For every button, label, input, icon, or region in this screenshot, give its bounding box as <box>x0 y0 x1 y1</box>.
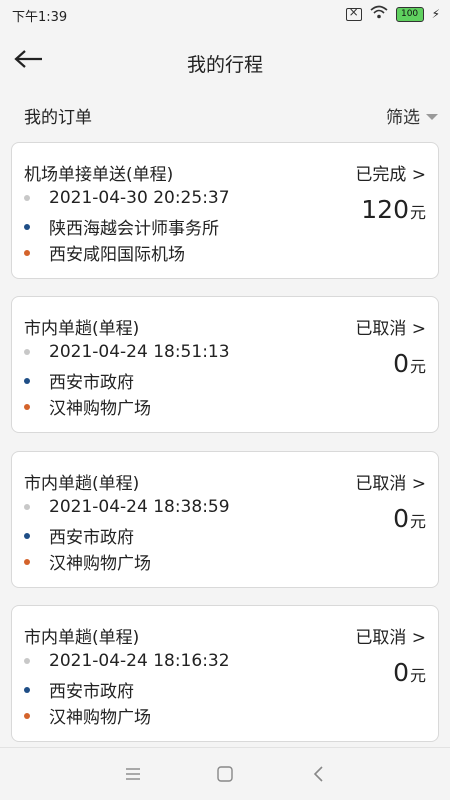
time-dot-icon <box>24 195 30 201</box>
square-icon <box>217 766 233 782</box>
price-amount: 0 <box>393 658 409 687</box>
order-datetime: 2021-04-24 18:38:59 <box>49 497 230 517</box>
order-datetime: 2021-04-24 18:16:32 <box>49 651 230 671</box>
order-card[interactable]: 市内单趟(单程) 已取消 > 2021-04-24 18:16:32 西安市政府… <box>11 605 439 742</box>
order-start-row: 西安市政府 <box>24 523 134 548</box>
time-dot-icon <box>24 349 30 355</box>
order-end: 汉神购物广场 <box>49 554 151 574</box>
order-card[interactable]: 机场单接单送(单程) 已完成 > 2021-04-30 20:25:37 陕西海… <box>11 142 439 279</box>
time-dot-icon <box>24 658 30 664</box>
order-end-row: 西安咸阳国际机场 <box>24 240 185 265</box>
battery-icon: 100 <box>395 6 424 22</box>
system-back-button[interactable] <box>307 762 331 786</box>
order-end-row: 汉神购物广场 <box>24 703 151 728</box>
order-type: 机场单接单送(单程) <box>24 165 174 185</box>
order-type: 市内单趟(单程) <box>24 319 140 339</box>
status-bar: 下午1:39 100 ⚡ <box>0 0 450 28</box>
price-amount: 0 <box>393 349 409 378</box>
price-amount: 120 <box>361 195 409 224</box>
order-start-row: 陕西海越会计师事务所 <box>24 214 219 239</box>
order-start-row: 西安市政府 <box>24 368 134 393</box>
end-dot-icon <box>24 403 30 410</box>
price-amount: 0 <box>393 504 409 533</box>
order-start: 西安市政府 <box>49 682 134 702</box>
app-header: 我的行程 <box>0 28 450 90</box>
price-unit: 元 <box>409 357 426 376</box>
time-dot-icon <box>24 504 30 510</box>
price-unit: 元 <box>409 666 426 685</box>
start-dot-icon <box>24 377 30 384</box>
order-time-row: 2021-04-24 18:38:59 <box>24 497 230 517</box>
chevron-left-icon <box>313 766 323 782</box>
order-price: 0元 <box>393 349 426 378</box>
recent-apps-button[interactable] <box>121 762 145 786</box>
order-end: 汉神购物广场 <box>49 708 151 728</box>
home-button[interactable] <box>213 762 237 786</box>
order-card[interactable]: 市内单趟(单程) 已取消 > 2021-04-24 18:51:13 西安市政府… <box>11 296 439 433</box>
order-end-row: 汉神购物广场 <box>24 549 151 574</box>
order-status[interactable]: 已取消 > <box>355 314 426 339</box>
order-status[interactable]: 已完成 > <box>355 160 426 185</box>
order-status[interactable]: 已取消 > <box>355 469 426 494</box>
filter-button[interactable]: 筛选 <box>386 103 438 128</box>
wifi-icon <box>370 5 388 23</box>
system-nav-bar <box>0 747 450 800</box>
menu-icon <box>126 768 140 780</box>
start-dot-icon <box>24 223 30 230</box>
order-end: 汉神购物广场 <box>49 399 151 419</box>
order-start: 陕西海越会计师事务所 <box>49 219 219 239</box>
order-datetime: 2021-04-30 20:25:37 <box>49 188 230 208</box>
start-dot-icon <box>24 532 30 539</box>
list-header: 我的订单 筛选 <box>0 94 450 134</box>
start-dot-icon <box>24 686 30 693</box>
order-card[interactable]: 市内单趟(单程) 已取消 > 2021-04-24 18:38:59 西安市政府… <box>11 451 439 588</box>
order-type: 市内单趟(单程) <box>24 474 140 494</box>
order-price: 0元 <box>393 658 426 687</box>
order-time-row: 2021-04-30 20:25:37 <box>24 188 230 208</box>
status-icons: 100 ⚡ <box>345 5 440 23</box>
order-price: 0元 <box>393 504 426 533</box>
list-title: 我的订单 <box>24 108 92 128</box>
order-status[interactable]: 已取消 > <box>355 623 426 648</box>
end-dot-icon <box>24 558 30 565</box>
order-datetime: 2021-04-24 18:51:13 <box>49 342 230 362</box>
page-title: 我的行程 <box>186 54 263 76</box>
order-time-row: 2021-04-24 18:16:32 <box>24 651 230 671</box>
end-dot-icon <box>24 712 30 719</box>
charging-icon: ⚡ <box>431 7 440 21</box>
order-price: 120元 <box>361 195 426 224</box>
order-start-row: 西安市政府 <box>24 677 134 702</box>
order-type: 市内单趟(单程) <box>24 628 140 648</box>
order-end-row: 汉神购物广场 <box>24 394 151 419</box>
order-start: 西安市政府 <box>49 528 134 548</box>
caret-down-icon <box>426 113 438 120</box>
no-sim-icon <box>345 5 362 21</box>
clock: 下午1:39 <box>12 10 68 25</box>
end-dot-icon <box>24 249 30 256</box>
price-unit: 元 <box>409 512 426 531</box>
price-unit: 元 <box>409 203 426 222</box>
order-end: 西安咸阳国际机场 <box>49 245 185 265</box>
filter-label: 筛选 <box>386 108 420 128</box>
order-start: 西安市政府 <box>49 373 134 393</box>
order-time-row: 2021-04-24 18:51:13 <box>24 342 230 362</box>
